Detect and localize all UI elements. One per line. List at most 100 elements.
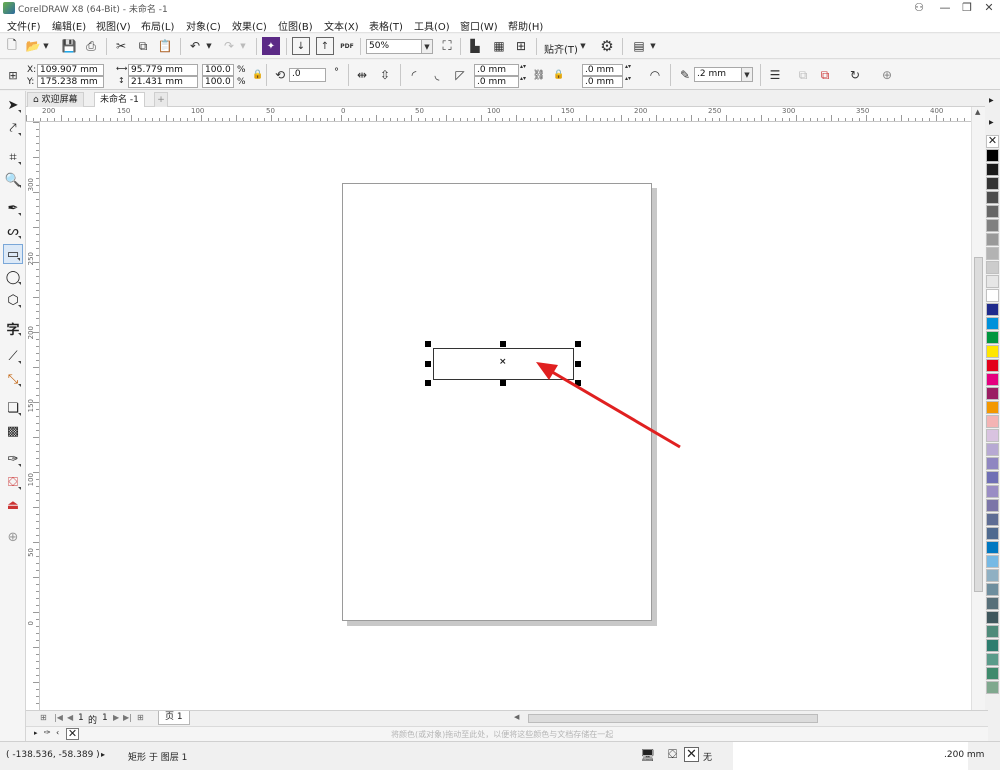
- first-page-icon[interactable]: |◀: [54, 713, 63, 722]
- drop-shadow-tool-icon[interactable]: ❏: [3, 398, 23, 418]
- text-wrap-icon[interactable]: ☰: [766, 66, 784, 84]
- menu-edit[interactable]: 编辑(E): [52, 18, 86, 33]
- document-palette-menu-icon[interactable]: ▸: [34, 729, 38, 737]
- rectangle-tool-icon[interactable]: ▭: [3, 244, 23, 264]
- menu-file[interactable]: 文件(F): [7, 18, 41, 33]
- interactive-fill-tool-icon[interactable]: ⛋: [3, 472, 23, 492]
- rotation-input[interactable]: .0: [289, 68, 326, 82]
- document-palette-left-icon[interactable]: ‹: [56, 728, 59, 737]
- no-color-swatch[interactable]: ✕: [986, 135, 999, 148]
- add-quick-customize-icon[interactable]: ⊕: [878, 66, 896, 84]
- zoom-tool-icon[interactable]: 🔍: [3, 170, 23, 190]
- horizontal-scroll-thumb[interactable]: [528, 714, 818, 723]
- smart-fill-tool-icon[interactable]: ⏏: [3, 495, 23, 515]
- palette-color-swatch[interactable]: [986, 177, 999, 190]
- object-origin-icon[interactable]: ⊞: [4, 66, 22, 84]
- palette-color-swatch[interactable]: [986, 471, 999, 484]
- undo-icon[interactable]: ↶: [186, 37, 204, 55]
- palette-color-swatch[interactable]: [986, 443, 999, 456]
- scale-height-input[interactable]: 100.0: [202, 76, 234, 88]
- redo-dropdown-icon[interactable]: ▼: [238, 37, 248, 55]
- corner4-spinner[interactable]: ▴▾: [624, 76, 632, 88]
- palette-color-swatch[interactable]: [986, 303, 999, 316]
- export-icon[interactable]: ↑: [316, 37, 334, 55]
- menu-tools[interactable]: 工具(O): [414, 18, 450, 33]
- outline-width-dropdown-icon[interactable]: ▼: [741, 67, 753, 82]
- copy-icon[interactable]: ⧉: [134, 37, 152, 55]
- add-tool-icon[interactable]: ⊕: [3, 527, 23, 547]
- palette-color-swatch[interactable]: [986, 499, 999, 512]
- menu-object[interactable]: 对象(C): [186, 18, 221, 33]
- to-back-icon[interactable]: ⧉: [816, 66, 834, 84]
- show-guidelines-icon[interactable]: ⊞: [512, 37, 530, 55]
- palette-color-swatch[interactable]: [986, 205, 999, 218]
- menu-window[interactable]: 窗口(W): [460, 18, 498, 33]
- zoom-level-input[interactable]: 50%: [366, 39, 424, 54]
- palette-color-swatch[interactable]: [986, 359, 999, 372]
- palette-color-swatch[interactable]: [986, 233, 999, 246]
- scroll-left-icon[interactable]: ◀: [514, 713, 519, 721]
- full-screen-icon[interactable]: ⛶: [438, 37, 456, 55]
- menu-effects[interactable]: 效果(C): [232, 18, 267, 33]
- insert-page-before-icon[interactable]: ⊞: [40, 713, 47, 722]
- palette-color-swatch[interactable]: [986, 485, 999, 498]
- tab-untitled-1[interactable]: 未命名 -1: [94, 92, 145, 107]
- lock-ratio-icon[interactable]: 🔒: [249, 66, 267, 84]
- redo-icon[interactable]: ↷: [220, 37, 238, 55]
- insert-page-after-icon[interactable]: ⊞: [137, 713, 144, 722]
- palette-color-swatch[interactable]: [986, 653, 999, 666]
- eyedropper-small-icon[interactable]: ✑: [44, 728, 51, 737]
- palette-color-swatch[interactable]: [986, 527, 999, 540]
- menu-bitmaps[interactable]: 位图(B): [278, 18, 313, 33]
- snap-to-menu[interactable]: 贴齐(T): [544, 41, 578, 56]
- convert-to-curves-icon[interactable]: ↻: [846, 66, 864, 84]
- shape-tool-icon[interactable]: ⤤: [3, 118, 23, 138]
- palette-color-swatch[interactable]: [986, 541, 999, 554]
- document-palette-no-color-swatch[interactable]: ✕: [66, 728, 79, 740]
- menu-table[interactable]: 表格(T): [369, 18, 403, 33]
- application-launcher-icon[interactable]: ▤: [630, 37, 648, 55]
- publish-pdf-icon[interactable]: PDF: [338, 37, 356, 55]
- paste-icon[interactable]: 📋: [156, 37, 174, 55]
- new-tab-button[interactable]: +: [154, 92, 168, 107]
- previous-page-icon[interactable]: ◀: [67, 713, 73, 722]
- palette-color-swatch[interactable]: [986, 513, 999, 526]
- corner2-spinner[interactable]: ▴▾: [519, 76, 527, 88]
- color-profile-icon[interactable]: 🖥: [640, 748, 655, 762]
- palette-color-swatch[interactable]: [986, 681, 999, 694]
- palette-color-swatch[interactable]: [986, 667, 999, 680]
- palette-color-swatch[interactable]: [986, 317, 999, 330]
- zoom-dropdown-icon[interactable]: ▼: [421, 39, 433, 54]
- launcher-dropdown-icon[interactable]: ▼: [648, 37, 658, 55]
- eyedropper-tool-icon[interactable]: ✑: [3, 449, 23, 469]
- print-icon[interactable]: ⎙: [82, 37, 100, 55]
- palette-color-swatch[interactable]: [986, 401, 999, 414]
- page-tab-1[interactable]: 页 1: [158, 711, 190, 725]
- parallel-dimension-tool-icon[interactable]: ⟋: [3, 346, 23, 366]
- ellipse-tool-icon[interactable]: ◯: [3, 267, 23, 287]
- vertical-scroll-thumb[interactable]: [974, 257, 983, 592]
- palette-color-swatch[interactable]: [986, 163, 999, 176]
- next-page-icon[interactable]: ▶: [113, 713, 119, 722]
- to-front-icon[interactable]: ⧉: [794, 66, 812, 84]
- outline-width-input[interactable]: .2 mm: [694, 67, 742, 82]
- scale-width-input[interactable]: 100.0: [202, 64, 234, 76]
- account-icon[interactable]: ⚇: [908, 0, 930, 16]
- palette-color-swatch[interactable]: [986, 415, 999, 428]
- palette-color-swatch[interactable]: [986, 555, 999, 568]
- y-position-input[interactable]: 175.238 mm: [37, 76, 104, 88]
- palette-color-swatch[interactable]: [986, 261, 999, 274]
- fill-bucket-icon[interactable]: ⛋: [668, 747, 677, 762]
- palette-color-swatch[interactable]: [986, 387, 999, 400]
- chamfered-corner-icon[interactable]: ◸: [451, 66, 469, 84]
- palette-color-swatch[interactable]: [986, 289, 999, 302]
- options-gear-icon[interactable]: ⚙: [598, 37, 616, 55]
- palette-color-swatch[interactable]: [986, 639, 999, 652]
- freehand-tool-icon[interactable]: ✒: [3, 198, 23, 218]
- polygon-tool-icon[interactable]: ⬡: [3, 290, 23, 310]
- transparency-tool-icon[interactable]: ▩: [3, 421, 23, 441]
- corner-lock-icon[interactable]: ⛓: [530, 66, 548, 84]
- menu-text[interactable]: 文本(X): [324, 18, 359, 33]
- palette-color-swatch[interactable]: [986, 275, 999, 288]
- palette-color-swatch[interactable]: [986, 345, 999, 358]
